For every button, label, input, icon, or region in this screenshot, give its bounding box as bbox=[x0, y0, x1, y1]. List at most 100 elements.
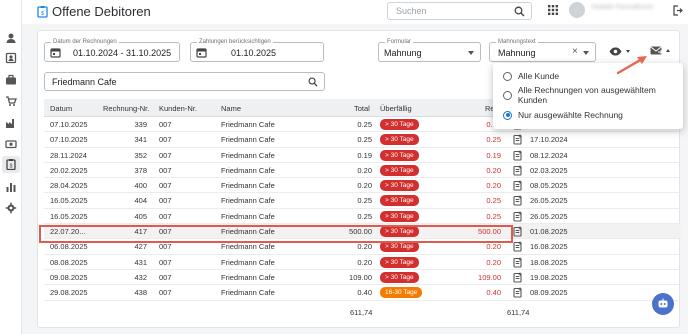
cell-rest: 0.40 bbox=[486, 288, 501, 298]
calendar-icon bbox=[50, 48, 61, 58]
reminder-doc-icon[interactable] bbox=[513, 195, 523, 207]
col-customer-no[interactable]: Kunden-Nr. bbox=[159, 104, 197, 113]
col-name[interactable]: Name bbox=[221, 104, 241, 113]
send-options-menu: Alle Kunde Alle Rechnungen von ausgewähl… bbox=[493, 63, 683, 129]
reminder-doc-icon[interactable] bbox=[513, 241, 523, 252]
sidebar: $ bbox=[0, 0, 22, 334]
apps-grid-icon[interactable] bbox=[548, 5, 558, 15]
col-date[interactable]: Datum bbox=[50, 104, 72, 113]
cell-date: 20.02.2025 bbox=[50, 165, 88, 175]
cell-total: 0.19 bbox=[357, 150, 372, 160]
eye-dropdown-caret[interactable] bbox=[626, 50, 630, 53]
cell-customer-no: 007 bbox=[159, 181, 172, 191]
radio-button[interactable] bbox=[503, 90, 512, 100]
reminder-doc-icon[interactable] bbox=[513, 211, 523, 222]
search-icon bbox=[514, 6, 525, 17]
cell-date: 28.11.2024 bbox=[50, 150, 87, 160]
reminder-doc-icon[interactable] bbox=[513, 180, 523, 191]
reminder-doc-icon[interactable] bbox=[513, 272, 523, 283]
overdue-badge: > 30 Tage bbox=[380, 149, 419, 161]
highlight-box bbox=[39, 225, 513, 243]
global-search-input[interactable]: Suchen bbox=[387, 2, 532, 20]
cell-due-date: 08.09.2025 bbox=[530, 288, 568, 298]
reminder-doc-icon[interactable] bbox=[513, 134, 523, 145]
customer-search-input[interactable]: Friedmann Cafe bbox=[44, 72, 325, 91]
gear-icon[interactable] bbox=[5, 202, 17, 214]
cell-customer-no: 007 bbox=[159, 150, 172, 160]
search-icon[interactable] bbox=[308, 77, 318, 87]
col-invoice-no[interactable]: Rechnung-Nr. bbox=[103, 104, 149, 113]
table-row[interactable]: 20.02.2025 378 007 Friedmann Cafe 0.20 0.20 02… bbox=[44, 163, 681, 179]
cell-due-date: 26.05.2025 bbox=[530, 211, 568, 221]
cell-name: Friedmann Cafe bbox=[221, 272, 275, 282]
cell-rest: 0.20 bbox=[486, 165, 501, 175]
cell-invoice-no: 431 bbox=[134, 257, 147, 267]
cell-date: 06.08.2025 bbox=[50, 242, 88, 252]
factory-icon[interactable] bbox=[5, 117, 17, 129]
menu-option-label: Alle Kunde bbox=[518, 71, 560, 81]
table-row[interactable]: 07.10.2025 341 007 Friedmann Cafe 0.25 0.25 17… bbox=[44, 132, 681, 148]
chart-icon[interactable] bbox=[5, 181, 17, 193]
table-row[interactable]: 28.11.2024 352 007 Friedmann Cafe 0.19 0.19 08… bbox=[44, 148, 681, 163]
cell-date: 09.08.2025 bbox=[50, 272, 88, 282]
contacts-icon[interactable] bbox=[5, 52, 17, 64]
chat-bot-button[interactable] bbox=[652, 293, 674, 315]
mail-send-icon[interactable] bbox=[650, 46, 663, 56]
table-row[interactable]: 08.08.2025 431 007 Friedmann Cafe 0.20 0.20 18… bbox=[44, 255, 681, 270]
annotation-arrow bbox=[616, 56, 647, 75]
cell-rest: 0.19 bbox=[486, 150, 501, 160]
date-range-field[interactable]: Datum der Rechnungen 01.10.2024 - 31.10.… bbox=[44, 38, 180, 62]
menu-option-selected-invoice[interactable]: Nur ausgewählte Rechnung bbox=[503, 108, 623, 122]
table-row[interactable]: 16.05.2025 405 007 Friedmann Cafe 0.25 0.25 26… bbox=[44, 209, 681, 225]
overdue-badge: > 30 Tage bbox=[380, 119, 419, 130]
cell-customer-no: 007 bbox=[159, 165, 172, 175]
cell-rest: 0.25 bbox=[486, 211, 501, 221]
radio-button-selected[interactable] bbox=[503, 110, 512, 120]
table-row[interactable]: 16.05.2025 404 007 Friedmann Cafe 0.25 0.25 26… bbox=[44, 193, 681, 209]
date-range-value: 01.10.2024 - 31.10.2025 bbox=[73, 48, 172, 58]
clipboard-money-icon[interactable]: $ bbox=[5, 158, 17, 170]
payment-date-label: Zahlungen berücksichtigen bbox=[197, 38, 273, 46]
avatar[interactable] bbox=[569, 2, 585, 18]
overdue-badge: > 30 Tage bbox=[380, 256, 419, 268]
cell-name: Friedmann Cafe bbox=[221, 120, 275, 129]
payment-date-field[interactable]: Zahlungen berücksichtigen 01.10.2025 bbox=[190, 38, 324, 62]
cell-total: 0.20 bbox=[357, 165, 372, 175]
cell-total: 0.20 bbox=[357, 181, 372, 191]
reminder-doc-icon[interactable] bbox=[513, 150, 523, 161]
logout-icon[interactable] bbox=[672, 5, 683, 16]
cell-name: Friedmann Cafe bbox=[221, 165, 275, 175]
table-row[interactable]: 09.08.2025 432 007 Friedmann Cafe 109.00 109.… bbox=[44, 270, 681, 286]
reminder-text-select[interactable]: Mahnungstext Mahnung × bbox=[489, 38, 596, 62]
col-overdue[interactable]: Überfällig bbox=[380, 104, 412, 113]
menu-option-all-customers[interactable]: Alle Kunde bbox=[503, 69, 559, 83]
radio-button[interactable] bbox=[503, 71, 512, 81]
page-title: Offene Debitoren bbox=[52, 4, 151, 19]
reminder-doc-icon[interactable] bbox=[513, 287, 523, 298]
reminder-doc-icon[interactable] bbox=[513, 165, 523, 176]
svg-text:$: $ bbox=[41, 11, 44, 17]
cell-invoice-no: 405 bbox=[134, 211, 147, 221]
reminder-doc-icon[interactable] bbox=[513, 226, 523, 237]
table-row[interactable]: 29.08.2025 438 007 Friedmann Cafe 0.40 0.40 08… bbox=[44, 285, 681, 301]
cell-customer-no: 007 bbox=[159, 242, 172, 252]
user-icon[interactable] bbox=[5, 32, 17, 44]
cell-invoice-no: 432 bbox=[134, 272, 147, 282]
col-total[interactable]: Total bbox=[354, 104, 370, 113]
cell-customer-no: 007 bbox=[159, 272, 172, 282]
cell-due-date: 26.05.2025 bbox=[530, 196, 568, 206]
cell-due-date: 16.08.2025 bbox=[530, 242, 568, 252]
table-body: 07.10.2025 339 007 Friedmann Cafe 0.25 0.25 > … bbox=[44, 117, 681, 301]
user-name[interactable]: Natalie Pannathonn bbox=[592, 4, 656, 16]
reminder-doc-icon[interactable] bbox=[513, 257, 523, 268]
clear-icon[interactable]: × bbox=[572, 46, 578, 57]
money-icon[interactable] bbox=[5, 138, 17, 150]
menu-option-all-invoices-of-customer[interactable]: Alle Rechnungen von ausgewähltem Kunden bbox=[503, 85, 683, 105]
cell-total: 109.00 bbox=[349, 272, 372, 282]
cart-icon[interactable] bbox=[5, 95, 17, 107]
form-select[interactable]: Formular Mahnung bbox=[378, 38, 481, 62]
table-row[interactable]: 28.04.2025 400 007 Friedmann Cafe 0.20 0.20 08… bbox=[44, 178, 681, 194]
chevron-up-icon[interactable] bbox=[666, 49, 670, 52]
form-select-value: Mahnung bbox=[384, 48, 422, 58]
briefcase-icon[interactable] bbox=[5, 74, 17, 86]
